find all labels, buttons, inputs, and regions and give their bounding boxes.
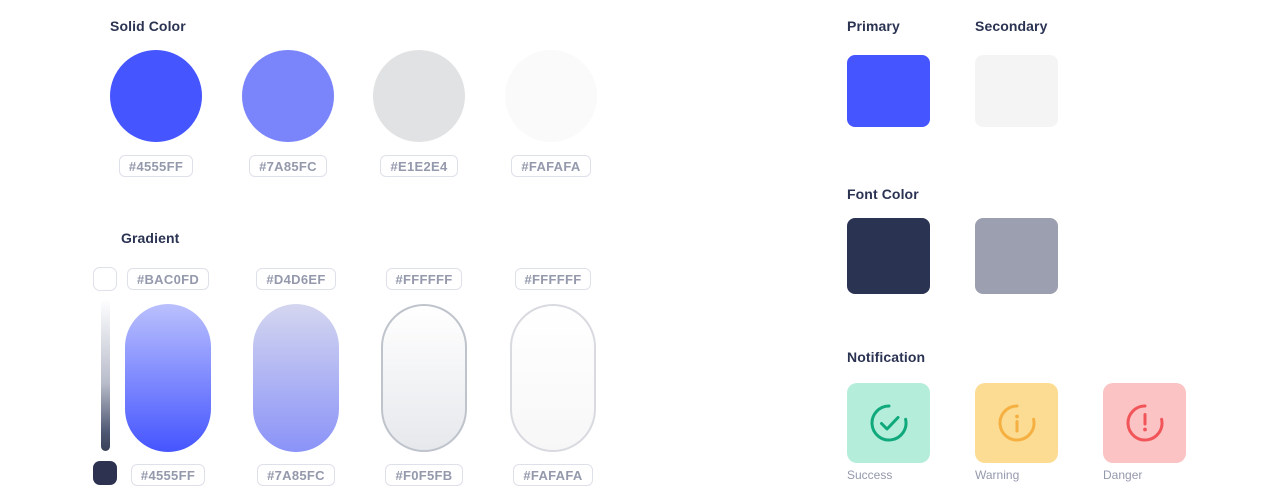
solid-swatch-gray[interactable] [373,50,465,142]
primary-color-swatch[interactable] [847,55,930,127]
gradient-hex-chip-bottom[interactable]: #F0F5FB [385,464,463,486]
solid-swatch-primary-blue[interactable] [110,50,202,142]
gradient-swatch-blue[interactable] [125,304,211,452]
solid-hex-chip[interactable]: #7A85FC [249,155,327,177]
gradient-hex-chip-top[interactable]: #BAC0FD [126,268,210,290]
gradient-hex-chip-top-wrap: #FFFFFF [510,268,596,290]
notification-label-success: Success [847,468,893,482]
solid-hex-chip[interactable]: #FAFAFA [511,155,591,177]
alert-circle-icon [1126,404,1163,442]
notification-tile-success[interactable] [847,383,930,463]
gradient-hex-chip-top[interactable]: #FFFFFF [385,268,463,290]
gradient-hex-chip-bottom[interactable]: #FAFAFA [513,464,593,486]
solid-hex-chip[interactable]: #E1E2E4 [380,155,458,177]
gradient-value-slider[interactable] [101,299,110,451]
gradient-hex-chip-top-wrap: #FFFFFF [381,268,467,290]
font-color-gray-swatch[interactable] [975,218,1058,294]
secondary-color-swatch[interactable] [975,55,1058,127]
gradient-hex-chip-top-wrap: #D4D6EF [253,268,339,290]
notification-tile-danger[interactable] [1103,383,1186,463]
solid-hex-chip-wrap: #4555FF [110,155,202,177]
notification-tile-warning[interactable] [975,383,1058,463]
solid-color-item[interactable]: #7A85FC [242,50,334,177]
gradient-swatch-offwhite[interactable] [510,304,596,452]
solid-swatch-offwhite[interactable] [505,50,597,142]
gradient-hex-chip-bottom[interactable]: #7A85FC [257,464,335,486]
check-circle-icon [870,404,907,442]
solid-hex-chip[interactable]: #4555FF [118,155,194,177]
gradient-slider-bottom-swatch[interactable] [93,461,117,485]
gradient-hex-chip-bottom-wrap: #F0F5FB [381,464,467,486]
notification-section-title: Notification [847,349,926,365]
solid-color-item[interactable]: #4555FF [110,50,202,177]
solid-swatch-light-blue[interactable] [242,50,334,142]
font-color-section-title: Font Color [847,186,919,202]
gradient-hex-chip-top-wrap: #BAC0FD [125,268,211,290]
gradient-hex-chip-top[interactable]: #FFFFFF [514,268,592,290]
color-palette-canvas: Solid Color #4555FF #7A85FC #E1E2E4 #FAF… [0,0,1280,500]
solid-hex-chip-wrap: #E1E2E4 [373,155,465,177]
gradient-hex-chip-bottom-wrap: #7A85FC [253,464,339,486]
primary-section-title: Primary [847,18,900,34]
solid-color-item[interactable]: #E1E2E4 [373,50,465,177]
solid-color-section-title: Solid Color [110,18,186,34]
gradient-slider-top-swatch[interactable] [93,267,117,291]
font-color-dark-swatch[interactable] [847,218,930,294]
gradient-hex-chip-top[interactable]: #D4D6EF [256,268,336,290]
gradient-hex-chip-bottom[interactable]: #4555FF [130,464,206,486]
notification-label-danger: Danger [1103,468,1143,482]
notification-label-warning: Warning [975,468,1020,482]
gradient-swatch-light-blue[interactable] [253,304,339,452]
info-circle-icon [998,404,1035,442]
gradient-hex-chip-bottom-wrap: #4555FF [125,464,211,486]
gradient-hex-chip-bottom-wrap: #FAFAFA [510,464,596,486]
gradient-swatch-pale[interactable] [381,304,467,452]
gradient-section-title: Gradient [121,230,180,246]
solid-hex-chip-wrap: #FAFAFA [505,155,597,177]
solid-color-item[interactable]: #FAFAFA [505,50,597,177]
solid-hex-chip-wrap: #7A85FC [242,155,334,177]
secondary-section-title: Secondary [975,18,1048,34]
